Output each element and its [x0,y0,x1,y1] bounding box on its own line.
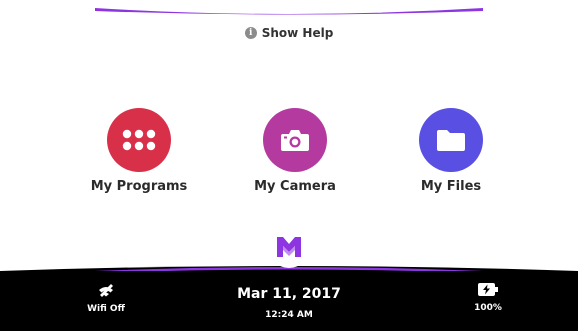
camera-icon [281,130,309,151]
time-display: 12:24 AM [265,310,313,320]
show-help-label: Show Help [261,26,334,40]
my-files-circle [419,108,483,172]
folder-icon [437,130,465,151]
my-programs-button[interactable]: My Programs [69,108,209,194]
my-programs-circle [107,108,171,172]
my-programs-label: My Programs [90,179,188,194]
mw-logo-icon [277,237,301,257]
status-bar: Wifi Off Mar 11, 2017 12:24 AM 100% [0,271,578,331]
my-camera-label: My Camera [254,179,336,194]
my-files-button[interactable]: My Files [381,108,521,194]
show-help-button[interactable]: i Show Help [0,26,578,40]
battery-level-label: 100% [474,303,502,313]
battery-status[interactable]: 100% [460,283,516,313]
top-accent-bar [95,8,483,15]
info-circle-icon: i [244,27,257,39]
battery-charging-icon [478,283,498,296]
my-camera-button[interactable]: My Camera [225,108,365,194]
home-logo-button[interactable] [268,226,310,268]
date-display: Mar 11, 2017 [237,286,341,302]
home-screen: i Show Help My Programs My Camera My Fil… [0,0,578,331]
wifi-status[interactable]: Wifi Off [78,283,134,314]
my-files-label: My Files [420,179,482,194]
my-camera-circle [263,108,327,172]
clock: Mar 11, 2017 12:24 AM [219,286,359,320]
wifi-off-icon [99,284,113,297]
grid-dots-icon [122,129,156,151]
wifi-status-label: Wifi Off [87,304,125,314]
